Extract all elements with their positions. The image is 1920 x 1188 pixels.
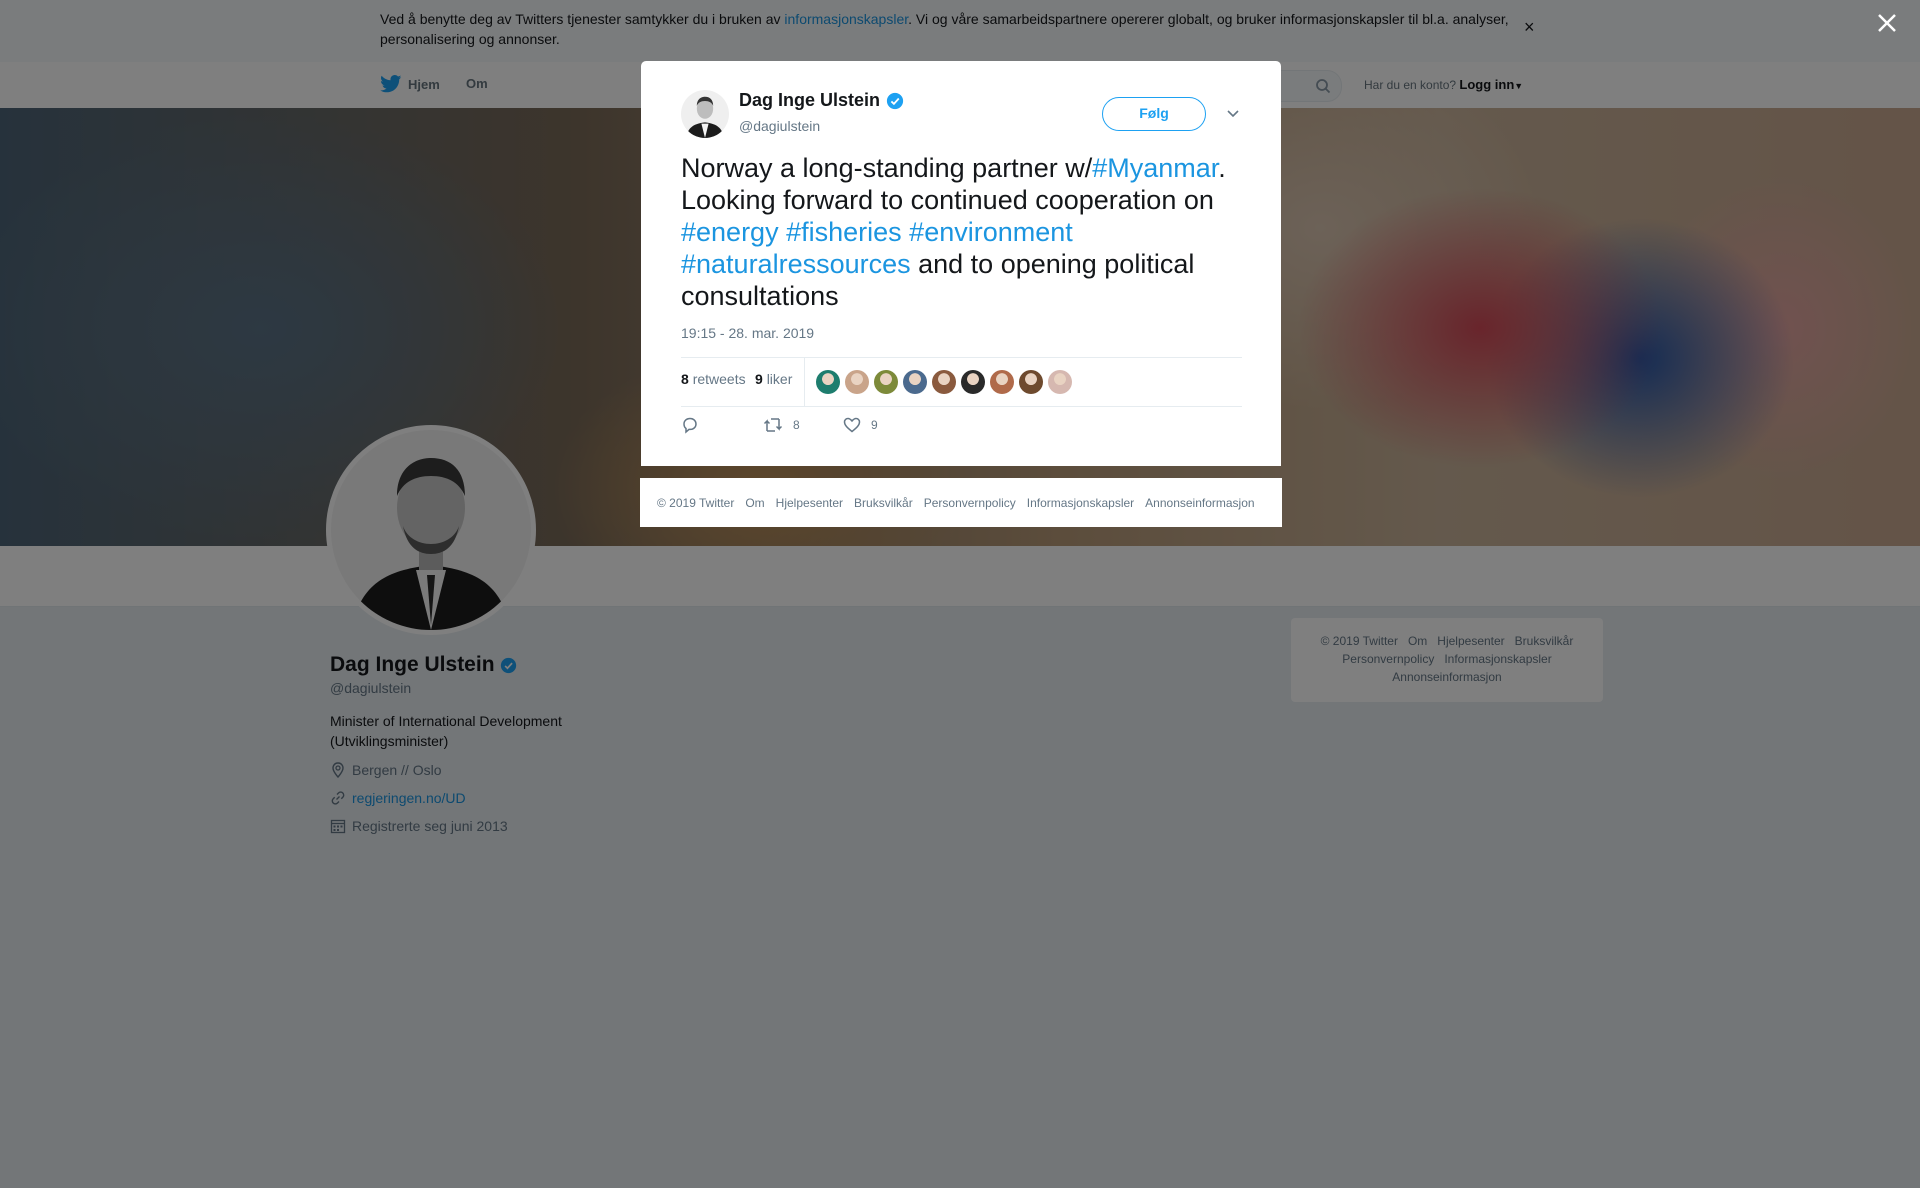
retweet-action-count: 8 [793, 418, 800, 432]
modal-footer-ads-info-link[interactable]: Annonseinformasjon [1145, 496, 1254, 510]
tweet-author-avatar[interactable] [681, 90, 729, 138]
tweet-author-name-text: Dag Inge Ulstein [739, 90, 881, 110]
modal-footer-copyright: © 2019 Twitter [657, 495, 735, 510]
follow-button[interactable]: Følg [1102, 97, 1206, 131]
hashtag-fisheries[interactable]: #fisheries [786, 217, 902, 247]
reply-action[interactable] [681, 416, 699, 434]
verified-badge-icon [886, 92, 904, 109]
like-action[interactable]: 9 [843, 416, 878, 434]
retweet-icon [763, 418, 783, 432]
retweets-stat[interactable]: 8 retweets [681, 371, 746, 387]
retweets-label: retweets [692, 371, 746, 387]
tweet-modal: Dag Inge Ulstein @dagiulstein Følg Norwa… [641, 61, 1281, 466]
modal-footer-cookies-link[interactable]: Informasjonskapsler [1027, 496, 1134, 510]
liker-avatar[interactable] [932, 370, 956, 394]
author-photo [681, 90, 729, 138]
chevron-down-icon[interactable] [1224, 104, 1242, 122]
like-action-count: 9 [871, 418, 878, 432]
likes-count: 9 [755, 371, 763, 387]
liker-avatar[interactable] [961, 370, 985, 394]
modal-footer-about-link[interactable]: Om [745, 496, 764, 510]
reply-icon [683, 417, 697, 434]
hashtag-environment[interactable]: #environment [909, 217, 1073, 247]
close-icon[interactable] [1876, 12, 1898, 34]
liker-avatar[interactable] [1019, 370, 1043, 394]
hashtag-naturalressources[interactable]: #naturalressources [681, 249, 911, 279]
likes-label: liker [766, 371, 793, 387]
hashtag-energy[interactable]: #energy [681, 217, 779, 247]
modal-footer-terms-link[interactable]: Bruksvilkår [854, 496, 913, 510]
liker-avatar[interactable] [903, 370, 927, 394]
retweets-count: 8 [681, 371, 689, 387]
modal-footer-help-link[interactable]: Hjelpesenter [776, 496, 843, 510]
modal-footer-privacy-link[interactable]: Personvernpolicy [924, 496, 1016, 510]
stats-divider [804, 358, 805, 406]
tweet-text: Norway a long-standing partner w/#Myanma… [681, 152, 1251, 312]
liker-avatar[interactable] [874, 370, 898, 394]
tweet-timestamp[interactable]: 19:15 - 28. mar. 2019 [681, 325, 814, 341]
tweet-author-handle[interactable]: @dagiulstein [739, 118, 820, 134]
liker-avatar[interactable] [845, 370, 869, 394]
liker-avatar[interactable] [1048, 370, 1072, 394]
tweet-text-part-1: Norway a long-standing partner w/ [681, 153, 1093, 183]
hashtag-myanmar[interactable]: #Myanmar [1092, 153, 1218, 183]
likes-stat[interactable]: 9 liker [755, 371, 792, 387]
liker-avatar[interactable] [990, 370, 1014, 394]
retweet-action[interactable]: 8 [763, 416, 800, 434]
tweet-author-name[interactable]: Dag Inge Ulstein [739, 90, 904, 111]
tweet-stats: 8 retweets 9 liker [681, 357, 1242, 407]
heart-icon [843, 417, 861, 433]
liker-avatar[interactable] [816, 370, 840, 394]
modal-footer: © 2019 Twitter Om Hjelpesenter Bruksvilk… [640, 478, 1282, 527]
